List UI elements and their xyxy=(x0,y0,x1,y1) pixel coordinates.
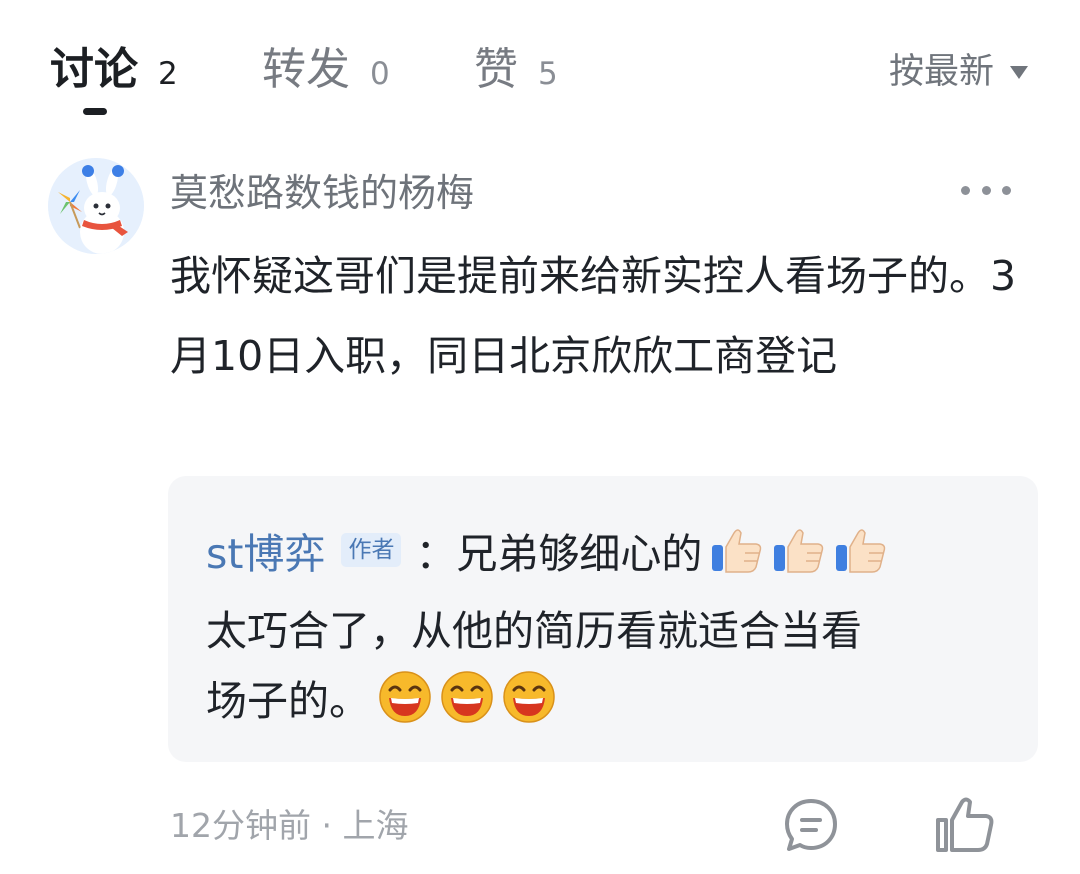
sort-label: 按最新 xyxy=(888,52,994,92)
reply-separator: ： xyxy=(415,530,457,578)
thumbs-up-icon xyxy=(712,529,762,573)
tab-discussion-count: 2 xyxy=(158,56,178,92)
laughing-face-icon xyxy=(441,671,493,723)
more-dot xyxy=(1002,185,1011,195)
tab-likes-label: 赞 xyxy=(474,44,518,95)
mascot-avatar-icon xyxy=(48,158,144,254)
reply-author[interactable]: st博弈 xyxy=(206,520,325,580)
tab-discussion[interactable]: 讨论 2 xyxy=(50,40,178,104)
comment-meta: 12分钟前 · 上海 xyxy=(170,806,409,845)
thumbs-up-icon xyxy=(774,529,824,573)
more-dots-icon[interactable] xyxy=(955,170,1017,210)
more-dot xyxy=(961,185,970,195)
tab-discussion-label: 讨论 xyxy=(50,44,138,95)
author-badge: 作者 xyxy=(341,533,402,567)
reply-text-1: 兄弟够细心的 xyxy=(456,530,703,578)
comment-bubble-icon xyxy=(785,799,837,851)
thumbs-up-outline-icon xyxy=(936,797,994,852)
avatar[interactable] xyxy=(48,158,144,254)
more-dot xyxy=(981,185,991,195)
tab-repost-label: 转发 xyxy=(262,44,350,95)
reply-line-2: 太巧合了，从他的简历看就适合当看 xyxy=(206,592,862,662)
reply-button[interactable] xyxy=(780,794,842,856)
tab-likes[interactable]: 赞 5 xyxy=(474,40,558,104)
sort-dropdown[interactable]: 按最新 xyxy=(889,48,1028,96)
reply-text-3: 场子的。 xyxy=(206,677,370,725)
tab-likes-count: 5 xyxy=(538,56,558,92)
tab-repost-count: 0 xyxy=(370,56,390,92)
tab-bar: 讨论 2 转发 0 赞 5 按最新 xyxy=(0,0,1080,130)
tab-repost[interactable]: 转发 0 xyxy=(262,40,390,104)
reply-line-1: st博弈 作者 ： 兄弟够细心的 xyxy=(206,518,888,582)
active-tab-indicator xyxy=(83,108,107,115)
comment-body: 我怀疑这哥们是提前来给新实控人看场子的。3月10日入职，同日北京欣欣工商登记 xyxy=(170,252,1017,380)
reply-text-2: 太巧合了，从他的简历看就适合当看 xyxy=(206,607,862,655)
laughing-face-icon xyxy=(379,671,431,723)
reply-line-3: 场子的。 xyxy=(206,662,556,732)
comment-username[interactable]: 莫愁路数钱的杨梅 xyxy=(170,166,474,220)
reply-quote[interactable]: st博弈 作者 ： 兄弟够细心的 太巧合了，从他的简历看就适合当看 场子的。 xyxy=(168,476,1038,762)
like-button[interactable] xyxy=(932,794,998,856)
laughing-face-icon xyxy=(503,671,555,723)
thumbs-up-icon xyxy=(836,529,886,573)
caret-down-icon xyxy=(1010,65,1028,79)
